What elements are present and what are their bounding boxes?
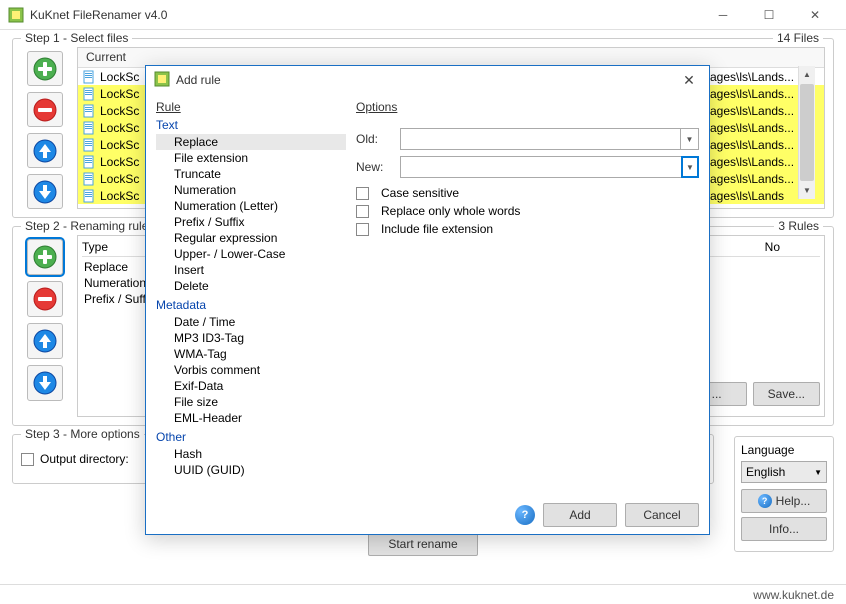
new-value-input[interactable] [401,157,682,177]
dialog-close-button[interactable]: ✕ [677,68,701,92]
scroll-thumb[interactable] [800,84,814,181]
whole-words-checkbox[interactable] [356,205,369,218]
add-rule-dialog: Add rule ✕ Rule Text ReplaceFile extensio… [145,65,710,535]
rule-option[interactable]: Truncate [156,166,346,182]
step2-legend: Step 2 - Renaming rules [21,219,158,233]
document-icon [82,155,96,169]
move-rule-down-button[interactable] [27,365,63,401]
document-icon [82,104,96,118]
new-value-dropdown-icon[interactable]: ▼ [681,156,699,178]
rule-option[interactable]: Exif-Data [156,378,346,394]
rule-option[interactable]: Delete [156,278,346,294]
rule-option[interactable]: MP3 ID3-Tag [156,330,346,346]
old-label: Old: [356,132,392,146]
move-file-down-button[interactable] [27,174,63,209]
language-select[interactable]: English ▼ [741,461,827,483]
rules-save-button[interactable]: Save... [753,382,820,406]
add-file-button[interactable] [27,51,63,86]
rule-category: Text [156,118,346,132]
rule-option[interactable]: Insert [156,262,346,278]
rule-option[interactable]: EML-Header [156,410,346,426]
help-icon: ? [758,494,772,508]
document-icon [82,172,96,186]
rule-option[interactable]: WMA-Tag [156,346,346,362]
add-rule-button[interactable] [27,239,63,275]
rule-option[interactable]: Regular expression [156,230,346,246]
app-icon [8,7,24,23]
whole-words-label: Replace only whole words [381,204,520,218]
document-icon [82,121,96,135]
maximize-button[interactable]: ☐ [746,0,792,30]
output-directory-label: Output directory: [40,452,129,466]
info-button[interactable]: Info... [741,517,827,541]
move-rule-up-button[interactable] [27,323,63,359]
case-sensitive-checkbox[interactable] [356,187,369,200]
step2-rule-count: 3 Rules [774,219,823,233]
rule-option[interactable]: File size [156,394,346,410]
document-icon [82,138,96,152]
case-sensitive-label: Case sensitive [381,186,459,200]
move-file-up-button[interactable] [27,133,63,168]
rule-category: Other [156,430,346,444]
output-directory-checkbox[interactable] [21,453,34,466]
options-column-header: Options [356,100,699,114]
document-icon [82,189,96,203]
step3-legend: Step 3 - More options [21,427,144,441]
language-group-label: Language [741,443,827,457]
rule-column-header: Rule [156,100,346,114]
remove-rule-button[interactable] [27,281,63,317]
minimize-button[interactable]: ─ [700,0,746,30]
scroll-down-arrow[interactable]: ▼ [799,182,815,199]
rule-option[interactable]: UUID (GUID) [156,462,346,478]
document-icon [82,87,96,101]
remove-file-button[interactable] [27,92,63,127]
step1-file-count: 14 Files [773,31,823,45]
rule-option[interactable]: Replace [156,134,346,150]
language-panel: Language English ▼ ? Help... Info... [734,436,834,552]
dialog-help-button[interactable]: ? [515,505,535,525]
include-extension-label: Include file extension [381,222,493,236]
rule-category: Metadata [156,298,346,312]
rule-option[interactable]: Vorbis comment [156,362,346,378]
dialog-icon [154,71,170,90]
rule-option[interactable]: Upper- / Lower-Case [156,246,346,262]
dialog-cancel-button[interactable]: Cancel [625,503,699,527]
dialog-title: Add rule [176,73,677,87]
include-extension-checkbox[interactable] [356,223,369,236]
close-button[interactable]: ✕ [792,0,838,30]
start-rename-button[interactable]: Start rename [368,532,478,556]
dialog-add-button[interactable]: Add [543,503,617,527]
status-bar: www.kuknet.de [0,584,846,604]
language-value: English [746,465,785,479]
document-icon [82,70,96,84]
old-value-input[interactable] [401,129,680,149]
rule-option[interactable]: File extension [156,150,346,166]
rule-option[interactable]: Prefix / Suffix [156,214,346,230]
rule-option[interactable]: Numeration (Letter) [156,198,346,214]
rule-option[interactable]: Hash [156,446,346,462]
chevron-down-icon: ▼ [814,468,822,477]
footer-url: www.kuknet.de [753,588,834,602]
window-titlebar: KuKnet FileRenamer v4.0 ─ ☐ ✕ [0,0,846,30]
scroll-up-arrow[interactable]: ▲ [799,66,815,83]
help-button[interactable]: ? Help... [741,489,827,513]
old-value-combo[interactable]: ▼ [400,128,699,150]
new-value-combo[interactable]: ▼ [400,156,699,178]
old-value-dropdown-icon[interactable]: ▼ [680,129,698,149]
rule-option[interactable]: Date / Time [156,314,346,330]
step1-legend: Step 1 - Select files [21,31,132,45]
new-label: New: [356,160,392,174]
rule-option[interactable]: Numeration [156,182,346,198]
file-list-scrollbar[interactable]: ▲ ▼ [798,66,815,199]
window-title: KuKnet FileRenamer v4.0 [30,8,700,22]
